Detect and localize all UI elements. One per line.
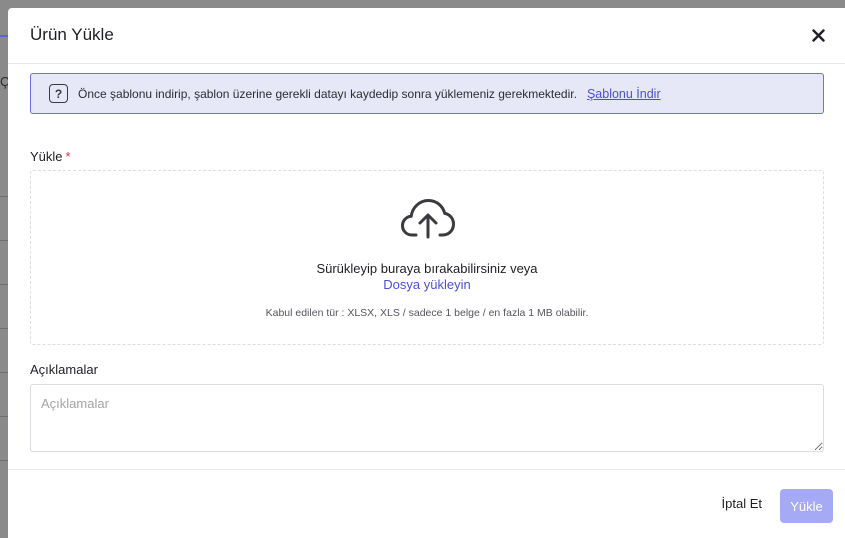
cloud-upload-icon: [401, 199, 455, 239]
browse-files-link[interactable]: Dosya yükleyin: [31, 277, 823, 292]
background-divider: [0, 328, 8, 329]
modal-footer: İptal Et Yükle: [8, 469, 845, 538]
file-dropzone[interactable]: Sürükleyip buraya bırakabilirsiniz veya …: [30, 170, 824, 345]
modal-header: Ürün Yükle: [8, 8, 845, 64]
download-template-link[interactable]: Şablonu İndir: [587, 87, 661, 101]
accepted-types-hint: Kabul edilen tür : XLSX, XLS / sadece 1 …: [265, 307, 589, 319]
background-divider: [0, 416, 8, 417]
background-divider: [0, 372, 8, 373]
template-info-alert: ? Önce şablonu indirip, şablon üzerine g…: [30, 73, 824, 114]
info-message: Önce şablonu indirip, şablon üzerine ger…: [78, 86, 577, 101]
notes-textarea[interactable]: [30, 384, 824, 452]
background-divider: [0, 196, 8, 197]
close-icon: [811, 28, 825, 42]
upload-field-label: Yükle *: [30, 149, 71, 164]
question-icon: ?: [49, 84, 68, 103]
background-divider: [0, 240, 8, 241]
cancel-button[interactable]: İptal Et: [722, 496, 762, 511]
notes-field-label: Açıklamalar: [30, 362, 98, 377]
required-asterisk: *: [65, 149, 71, 164]
close-button[interactable]: [807, 24, 829, 46]
background-divider: [0, 284, 8, 285]
upload-label-text: Yükle: [30, 149, 63, 164]
upload-submit-button[interactable]: Yükle: [780, 489, 833, 523]
drop-instruction: Sürükleyip buraya bırakabilirsiniz veya: [316, 261, 538, 276]
upload-product-modal: Ürün Yükle ? Önce şablonu indirip, şablo…: [8, 8, 845, 538]
background-divider: [0, 460, 8, 461]
background-tab-indicator: [0, 35, 8, 37]
modal-title: Ürün Yükle: [30, 25, 114, 44]
